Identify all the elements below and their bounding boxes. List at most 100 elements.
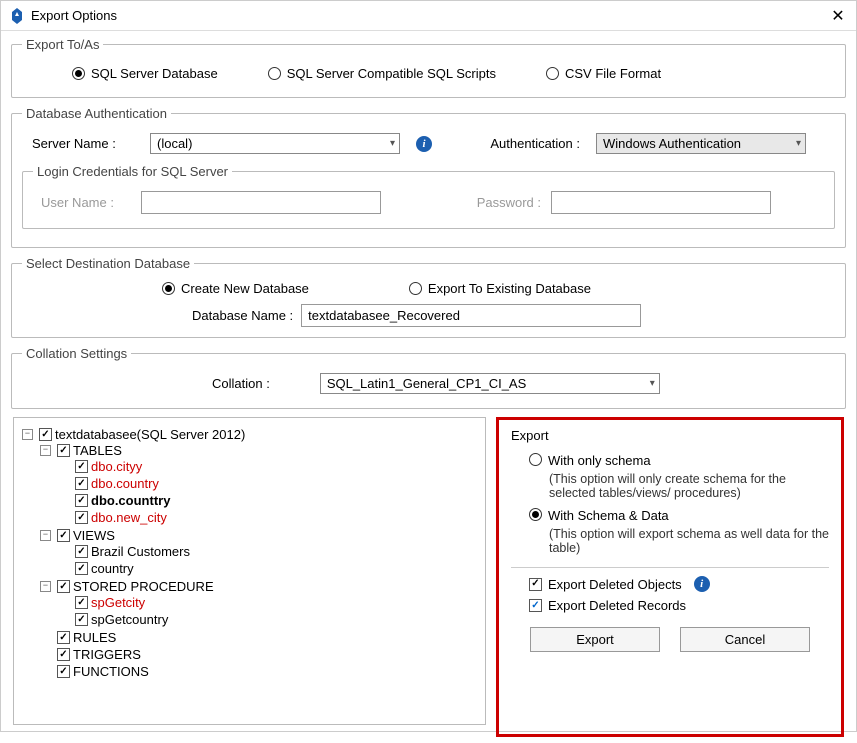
cancel-button[interactable]: Cancel <box>680 627 810 652</box>
tree-label: dbo.new_city <box>91 510 167 525</box>
info-icon[interactable]: i <box>416 136 432 152</box>
authentication-dropdown[interactable]: Windows Authentication ▾ <box>596 133 806 154</box>
database-name-label: Database Name : <box>192 308 293 323</box>
collation-group: Collation Settings Collation : SQL_Latin… <box>11 346 846 409</box>
tree-root[interactable]: − textdatabasee(SQL Server 2012) <box>22 427 479 442</box>
tree-label: TABLES <box>73 443 122 458</box>
checkbox[interactable] <box>75 596 88 609</box>
export-button[interactable]: Export <box>530 627 660 652</box>
checkbox[interactable] <box>57 529 70 542</box>
export-to-as-group: Export To/As SQL Server Database SQL Ser… <box>11 37 846 98</box>
password-input[interactable] <box>551 191 771 214</box>
radio-schema-and-data[interactable]: With Schema & Data <box>529 508 829 523</box>
db-auth-group: Database Authentication Server Name : (l… <box>11 106 846 248</box>
dropdown-value: SQL_Latin1_General_CP1_CI_AS <box>327 376 644 391</box>
checkbox[interactable] <box>75 511 88 524</box>
collation-legend: Collation Settings <box>22 346 131 361</box>
tree-label: country <box>91 561 134 576</box>
radio-schema-only[interactable]: With only schema <box>529 453 829 468</box>
checkbox[interactable] <box>75 613 88 626</box>
checkbox[interactable] <box>57 580 70 593</box>
collapse-icon[interactable]: − <box>40 530 51 541</box>
radio-label: CSV File Format <box>565 66 661 81</box>
tree-node-triggers[interactable]: TRIGGERS <box>40 647 479 662</box>
tree-leaf[interactable]: dbo.cityy <box>58 459 479 474</box>
checkbox[interactable] <box>39 428 52 441</box>
tree-node-rules[interactable]: RULES <box>40 630 479 645</box>
radio-csv[interactable]: CSV File Format <box>546 66 661 81</box>
radio-icon <box>409 282 422 295</box>
checkbox-export-deleted-records[interactable]: Export Deleted Records <box>529 598 829 613</box>
tree-leaf[interactable]: spGetcountry <box>58 612 479 627</box>
radio-icon <box>529 508 542 521</box>
radio-sql-scripts[interactable]: SQL Server Compatible SQL Scripts <box>268 66 496 81</box>
radio-export-existing-db[interactable]: Export To Existing Database <box>409 281 591 296</box>
tree-leaf[interactable]: country <box>58 561 479 576</box>
radio-sql-server-db[interactable]: SQL Server Database <box>72 66 218 81</box>
collapse-icon[interactable]: − <box>22 429 33 440</box>
checkbox[interactable] <box>75 562 88 575</box>
schema-data-desc: (This option will export schema as well … <box>549 527 829 555</box>
tree-node-functions[interactable]: FUNCTIONS <box>40 664 479 679</box>
chevron-down-icon: ▾ <box>796 138 801 149</box>
checkbox-label: Export Deleted Records <box>548 598 686 613</box>
checkbox[interactable] <box>529 578 542 591</box>
tree-label: spGetcity <box>91 595 145 610</box>
radio-label: With only schema <box>548 453 651 468</box>
tree-node-tables[interactable]: − TABLES <box>40 443 479 458</box>
checkbox-export-deleted-objects[interactable]: Export Deleted Objects i <box>529 576 829 592</box>
checkbox[interactable] <box>57 665 70 678</box>
checkbox[interactable] <box>75 460 88 473</box>
checkbox[interactable] <box>529 599 542 612</box>
radio-icon <box>268 67 281 80</box>
export-title: Export <box>511 428 829 443</box>
db-auth-legend: Database Authentication <box>22 106 171 121</box>
database-name-input[interactable] <box>301 304 641 327</box>
checkbox[interactable] <box>75 494 88 507</box>
tree-leaf[interactable]: spGetcity <box>58 595 479 610</box>
radio-label: With Schema & Data <box>548 508 669 523</box>
dropdown-value: (local) <box>157 136 384 151</box>
collation-dropdown[interactable]: SQL_Latin1_General_CP1_CI_AS ▾ <box>320 373 660 394</box>
authentication-label: Authentication : <box>460 136 580 151</box>
server-name-dropdown[interactable]: (local) ▾ <box>150 133 400 154</box>
checkbox[interactable] <box>57 444 70 457</box>
tree-label: spGetcountry <box>91 612 168 627</box>
tree-leaf[interactable]: dbo.new_city <box>58 510 479 525</box>
checkbox[interactable] <box>75 545 88 558</box>
close-icon[interactable]: ✕ <box>828 6 848 26</box>
collapse-icon[interactable]: − <box>40 581 51 592</box>
collation-label: Collation : <box>212 376 270 391</box>
tree-node-sp[interactable]: − STORED PROCEDURE <box>40 579 479 594</box>
tree-leaf[interactable]: dbo.country <box>58 476 479 491</box>
radio-icon <box>546 67 559 80</box>
server-name-label: Server Name : <box>32 136 142 151</box>
login-credentials-group: Login Credentials for SQL Server User Na… <box>22 164 835 229</box>
tree-label: dbo.cityy <box>91 459 142 474</box>
checkbox[interactable] <box>57 631 70 644</box>
checkbox[interactable] <box>75 477 88 490</box>
username-input[interactable] <box>141 191 381 214</box>
tree-leaf[interactable]: dbo.counttry <box>58 493 479 508</box>
radio-create-new-db[interactable]: Create New Database <box>162 281 309 296</box>
tree-node-views[interactable]: − VIEWS <box>40 528 479 543</box>
tree-label: textdatabasee(SQL Server 2012) <box>55 427 245 442</box>
tree-label: TRIGGERS <box>73 647 141 662</box>
chevron-down-icon: ▾ <box>390 138 395 149</box>
checkbox[interactable] <box>57 648 70 661</box>
tree-leaf[interactable]: Brazil Customers <box>58 544 479 559</box>
chevron-down-icon: ▾ <box>650 378 655 389</box>
tree-label: FUNCTIONS <box>73 664 149 679</box>
username-label: User Name : <box>41 195 131 210</box>
tree-label: dbo.counttry <box>91 493 170 508</box>
object-tree[interactable]: − textdatabasee(SQL Server 2012) − TABLE… <box>13 417 486 725</box>
export-panel: Export With only schema (This option wil… <box>496 417 844 737</box>
dest-db-legend: Select Destination Database <box>22 256 194 271</box>
collapse-icon[interactable]: − <box>40 445 51 456</box>
info-icon[interactable]: i <box>694 576 710 592</box>
radio-label: SQL Server Database <box>91 66 218 81</box>
radio-label: Export To Existing Database <box>428 281 591 296</box>
tree-label: RULES <box>73 630 116 645</box>
login-credentials-legend: Login Credentials for SQL Server <box>33 164 232 179</box>
tree-label: dbo.country <box>91 476 159 491</box>
